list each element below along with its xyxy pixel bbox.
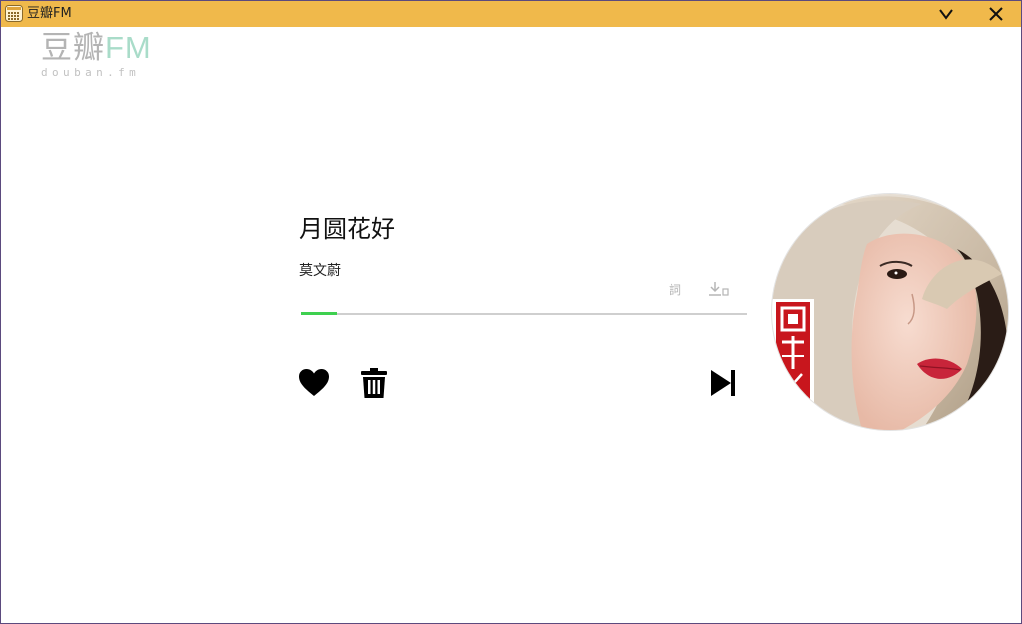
song-title: 月圆花好 (299, 215, 395, 243)
title-bar[interactable]: 豆瓣FM (1, 1, 1021, 27)
trash-icon (361, 368, 387, 398)
close-icon (989, 7, 1003, 21)
song-artist[interactable]: 莫文蔚 (299, 261, 341, 281)
app-window: 豆瓣FM 豆瓣FM douban.fm 月圆花好 莫文蔚 詞 (0, 0, 1022, 624)
app-grid-icon (5, 5, 23, 22)
heart-icon (299, 369, 329, 396)
logo-wordmark-fm: FM (105, 30, 152, 65)
progress-bar[interactable] (301, 312, 747, 315)
skip-next-icon (711, 370, 735, 396)
window-title: 豆瓣FM (27, 6, 72, 21)
progress-fill (301, 312, 337, 315)
like-button[interactable] (298, 367, 330, 399)
lyrics-button[interactable]: 詞 (669, 282, 681, 298)
chevron-down-icon (939, 9, 953, 20)
skip-next-button[interactable] (709, 368, 737, 398)
logo-wordmark: 豆瓣FM (41, 30, 152, 66)
download-button[interactable] (707, 280, 731, 300)
album-cover[interactable] (772, 194, 1008, 430)
close-button[interactable] (985, 4, 1007, 24)
douban-fm-logo: 豆瓣FM douban.fm (41, 30, 152, 80)
logo-subtitle: douban.fm (41, 66, 141, 79)
album-cover-portrait (772, 194, 1008, 430)
download-icon (709, 282, 729, 296)
trash-button[interactable] (360, 367, 388, 399)
logo-wordmark-cn: 豆瓣 (41, 30, 105, 66)
minimize-button[interactable] (935, 4, 957, 24)
